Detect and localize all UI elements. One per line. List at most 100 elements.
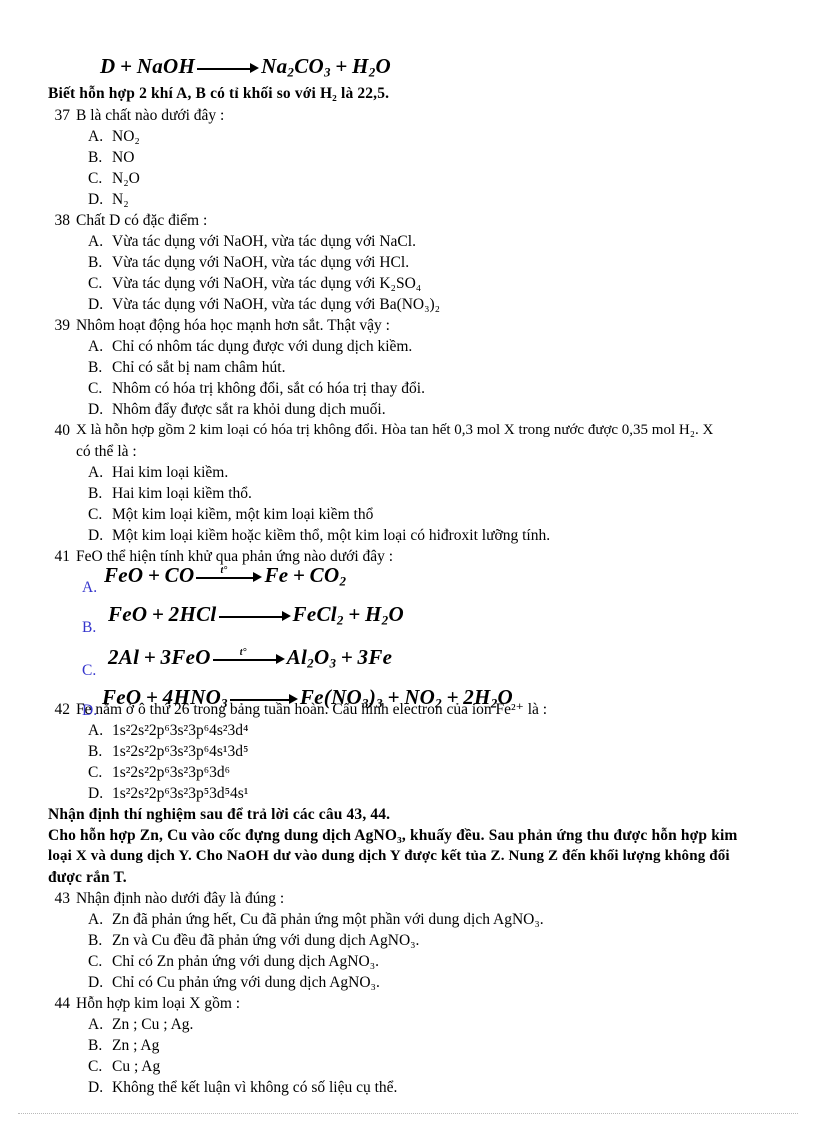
question-stem-37: B là chất nào dưới đây : [76,107,225,124]
reaction-arrow-icon [218,609,291,623]
question-stem-40-line1: X là hỗn hợp gồm 2 kim loại có hóa trị k… [76,422,714,438]
equation-41-b-rhs: FeCl2 + H2O [292,602,404,628]
option-text-37-c[interactable]: N₂O [112,169,140,188]
option-text-40-b[interactable]: Hai kim loại kiềm thổ. [112,484,252,503]
arrow-condition-label: t° [220,565,228,577]
option-text-39-b[interactable]: Chỉ có sắt bị nam châm hút. [112,358,285,377]
reaction-arrow-icon: t° [196,565,263,584]
option-letter-40-c: C. [88,506,103,523]
option-text-39-c[interactable]: Nhôm có hóa trị không đổi, sắt có hóa tr… [112,379,425,398]
option-letter-43-d: D. [88,974,104,991]
option-letter-39-b: B. [88,359,103,376]
equation-41-a-rhs: Fe + CO2 [264,563,347,589]
reaction-arrow-icon: t° [212,647,285,666]
question-stem-38: Chất D có đặc điểm : [76,212,208,229]
equation-41-b-lhs: FeO + 2HCl [108,602,217,626]
equation-lhs: D + NaOH [100,54,196,78]
reaction-arrow-icon [197,61,260,75]
option-text-42-d[interactable]: 1s²2s²2p⁶3s²3p⁵3d⁵4s¹ [112,784,248,803]
option-letter-42-d: D. [88,785,104,802]
question-number-40: 40 [54,422,71,439]
question-number-43: 43 [54,890,71,907]
option-text-39-a[interactable]: Chỉ có nhôm tác dụng được với dung dịch … [112,337,412,356]
option-letter-38-b: B. [88,254,103,271]
passage-heading: Nhận định thí nghiệm sau để trả lời các … [48,806,391,823]
question-stem-42: Fe nằm ở ô thứ 26 trong bảng tuần hoàn. … [76,701,548,718]
option-text-39-d[interactable]: Nhôm đẩy được sắt ra khỏi dung dịch muối… [112,400,386,419]
option-text-38-d[interactable]: Vừa tác dụng với NaOH, vừa tác dụng với … [112,295,440,314]
option-letter-43-c: C. [88,953,103,970]
option-text-42-b[interactable]: 1s²2s²2p⁶3s²3p⁶4s¹3d⁵ [112,742,248,761]
option-text-44-a[interactable]: Zn ; Cu ; Ag. [112,1015,193,1034]
option-text-44-b[interactable]: Zn ; Ag [112,1036,159,1055]
option-letter-38-a: A. [88,233,104,250]
option-text-42-c[interactable]: 1s²2s²2p⁶3s²3p⁶3d⁶ [112,763,230,782]
equation-rhs: Na2CO3 + H2O [261,54,391,80]
option-letter-39-a: A. [88,338,104,355]
header-chemical-equation: D + NaOH Na2CO3 + H2O [100,54,391,85]
option-letter-43-a: A. [88,911,104,928]
option-text-44-d[interactable]: Không thể kết luận vì không có số liệu c… [112,1078,397,1097]
option-text-40-c[interactable]: Một kim loại kiềm, một kim loại kiềm thổ [112,505,373,524]
option-letter-44-c: C. [88,1058,103,1075]
option-letter-41-a: A. [82,579,98,596]
arrow-condition-label: t° [239,647,247,659]
option-text-43-c[interactable]: Chỉ có Zn phản ứng với dung dịch AgNO₃. [112,952,379,971]
option-letter-44-a: A. [88,1016,104,1033]
option-letter-38-c: C. [88,275,103,292]
option-letter-39-d: D. [88,401,104,418]
option-letter-41-b: B. [82,619,97,636]
option-text-38-c[interactable]: Vừa tác dụng với NaOH, vừa tác dụng với … [112,274,421,293]
option-letter-38-d: D. [88,296,104,313]
question-number-42: 42 [54,701,71,718]
option-letter-37-c: C. [88,170,103,187]
equation-41-c-lhs: 2Al + 3FeO [108,645,211,669]
option-text-37-a[interactable]: NO₂ [112,127,140,146]
option-letter-43-b: B. [88,932,103,949]
option-letter-37-a: A. [88,128,104,145]
option-text-43-a[interactable]: Zn đã phản ứng hết, Cu đã phản ứng một p… [112,910,544,929]
intro-note: Biết hỗn hợp 2 khí A, B có tỉ khối so vớ… [48,85,390,102]
option-letter-39-c: C. [88,380,103,397]
option-text-43-d[interactable]: Chỉ có Cu phản ứng với dung dịch AgNO₃. [112,973,380,992]
option-text-44-c[interactable]: Cu ; Ag [112,1057,160,1076]
option-text-37-d[interactable]: N₂ [112,190,129,209]
equation-41-b[interactable]: FeO + 2HCl FeCl2 + H2O [108,602,404,633]
question-number-38: 38 [54,212,71,229]
option-letter-42-a: A. [88,722,104,739]
option-text-40-a[interactable]: Hai kim loại kiềm. [112,463,228,482]
question-number-41: 41 [54,548,71,565]
option-letter-37-b: B. [88,149,103,166]
option-letter-40-d: D. [88,527,104,544]
question-number-39: 39 [54,317,71,334]
question-number-44: 44 [54,995,71,1012]
passage-line-3: được rắn T. [48,869,127,886]
option-letter-37-d: D. [88,191,104,208]
passage-line-2: loại X và dung dịch Y. Cho NaOH dư vào d… [48,848,730,864]
question-stem-39: Nhôm hoạt động hóa học mạnh hơn sắt. Thậ… [76,317,390,334]
option-text-43-b[interactable]: Zn và Cu đều đã phản ứng với dung dịch A… [112,931,419,950]
option-letter-41-c: C. [82,662,97,679]
question-stem-43: Nhận định nào dưới đây là đúng : [76,890,285,907]
option-text-42-a[interactable]: 1s²2s²2p⁶3s²3p⁶4s²3d⁴ [112,721,248,740]
question-number-37: 37 [54,107,71,124]
option-text-38-b[interactable]: Vừa tác dụng với NaOH, vừa tác dụng với … [112,253,409,272]
option-letter-40-a: A. [88,464,104,481]
option-letter-44-b: B. [88,1037,103,1054]
passage-line-1: Cho hỗn hợp Zn, Cu vào cốc đựng dung dịc… [48,827,738,844]
option-letter-42-b: B. [88,743,103,760]
equation-41-c-rhs: Al2O3 + 3Fe [286,645,393,671]
option-letter-42-c: C. [88,764,103,781]
option-text-38-a[interactable]: Vừa tác dụng với NaOH, vừa tác dụng với … [112,232,416,251]
question-stem-40-line2: có thể là : [76,443,137,460]
page-bottom-divider [18,1113,798,1115]
option-letter-44-d: D. [88,1079,104,1096]
question-stem-44: Hỗn hợp kim loại X gồm : [76,995,241,1012]
equation-41-a[interactable]: FeO + CO t° Fe + CO2 [104,563,346,594]
equation-41-a-lhs: FeO + CO [104,563,195,587]
document-page: D + NaOH Na2CO3 + H2O Biết hỗn hợp 2 khí … [0,0,816,1123]
option-text-37-b[interactable]: NO [112,148,134,167]
equation-41-c[interactable]: 2Al + 3FeO t° Al2O3 + 3Fe [108,645,392,676]
option-text-40-d[interactable]: Một kim loại kiềm hoặc kiềm thổ, một kim… [112,526,550,545]
option-letter-40-b: B. [88,485,103,502]
